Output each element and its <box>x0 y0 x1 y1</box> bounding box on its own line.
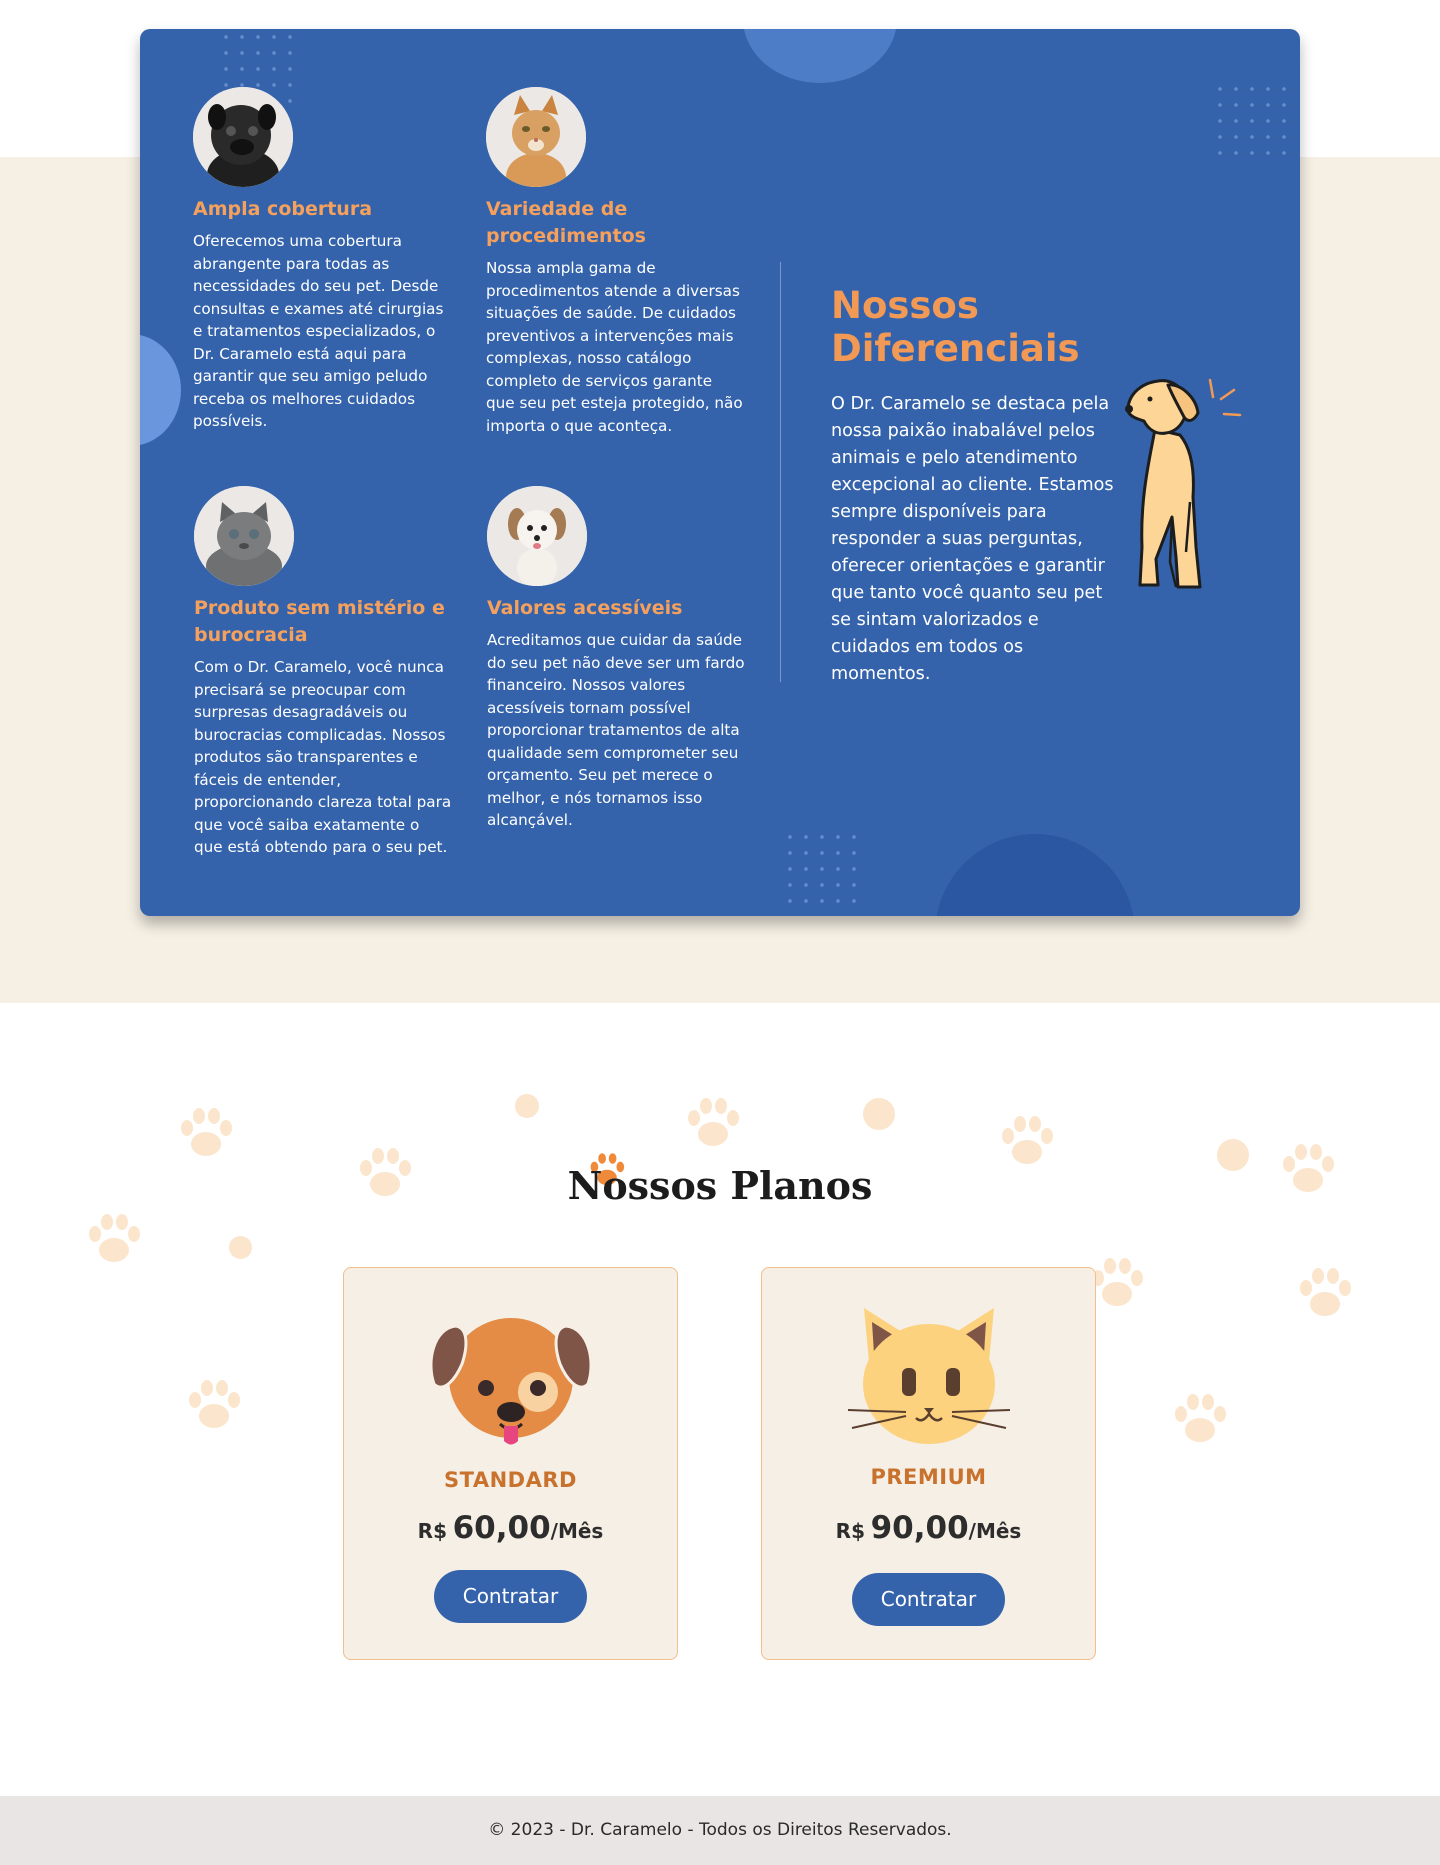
footer: © 2023 - Dr. Caramelo - Todos os Direito… <box>0 1796 1440 1865</box>
feature-description: Nossa ampla gama de procedimentos atende… <box>486 259 743 435</box>
paw-print-icon <box>181 1108 232 1156</box>
white-puppy-photo <box>487 486 587 586</box>
decorative-dot-grid-bottom <box>782 829 866 913</box>
plan-price: R$ 60,00/Mês <box>344 1510 677 1546</box>
plan-period: /Mês <box>550 1519 604 1543</box>
decorative-dot <box>863 1098 895 1130</box>
feature-title: Variedade de procedimentos <box>486 198 646 247</box>
contratar-standard-button[interactable]: Contratar <box>434 1570 587 1623</box>
plan-card-standard: STANDARD R$ 60,00/Mês Contratar <box>343 1267 678 1660</box>
feature-description: Acreditamos que cuidar da saúde do seu p… <box>487 631 745 829</box>
plan-name: STANDARD <box>444 1468 577 1492</box>
decorative-circle-bottom <box>935 834 1135 916</box>
feature-description: Com o Dr. Caramelo, você nunca precisará… <box>194 658 452 856</box>
decorative-dot-grid-right <box>1212 81 1296 165</box>
feature-title: Produto sem mistério e burocracia <box>194 597 445 646</box>
paw-print-icon <box>1300 1268 1351 1316</box>
black-pug-photo <box>193 87 293 187</box>
feature-title: Ampla cobertura <box>193 198 373 220</box>
decorative-dot <box>229 1236 252 1259</box>
gray-kitten-photo <box>194 486 294 586</box>
plan-currency: R$ <box>417 1519 447 1543</box>
contratar-premium-button[interactable]: Contratar <box>852 1573 1005 1626</box>
vertical-divider <box>780 262 781 682</box>
decorative-circle-top <box>743 29 897 83</box>
plan-price: R$ 90,00/Mês <box>762 1510 1095 1546</box>
paw-print-icon <box>1092 1258 1143 1306</box>
orange-tabby-cat-photo <box>486 87 586 187</box>
diferenciais-text: O Dr. Caramelo se destaca pela nossa pai… <box>831 394 1114 684</box>
diferenciais-title: Nossos Diferenciais <box>831 284 1080 370</box>
paw-print-icon <box>89 1214 140 1262</box>
dog-face-icon <box>426 1306 596 1451</box>
decorative-circle-left <box>140 334 181 446</box>
paw-print-icon <box>1175 1394 1226 1442</box>
paw-print-icon <box>688 1098 739 1146</box>
plan-card-premium: PREMIUM R$ 90,00/Mês Contratar <box>761 1267 1096 1660</box>
plan-currency: R$ <box>835 1519 865 1543</box>
diferenciais-card: Ampla cobertura Oferecemos uma cobertura… <box>140 29 1300 916</box>
plan-price-value: 60,00 <box>452 1510 551 1546</box>
caramel-dog-illustration <box>1120 347 1255 602</box>
plans-title: Nossos Planos <box>567 1163 873 1208</box>
plan-period: /Mês <box>968 1519 1022 1543</box>
cat-face-icon <box>844 1306 1014 1451</box>
feature-variedade-procedimentos: Variedade de procedimentos Nossa ampla g… <box>486 87 744 437</box>
decorative-dot <box>515 1094 539 1118</box>
plan-price-value: 90,00 <box>870 1510 969 1546</box>
feature-title: Valores acessíveis <box>487 597 683 619</box>
feature-valores-acessiveis: Valores acessíveis Acreditamos que cuida… <box>487 486 745 832</box>
plan-name: PREMIUM <box>870 1465 987 1489</box>
feature-sem-misterio: Produto sem mistério e burocracia Com o … <box>194 486 452 859</box>
paw-print-icon <box>189 1380 240 1428</box>
feature-ampla-cobertura: Ampla cobertura Oferecemos uma cobertura… <box>193 87 451 433</box>
footer-copyright: © 2023 - Dr. Caramelo - Todos os Direito… <box>488 1820 952 1840</box>
feature-description: Oferecemos uma cobertura abrangente para… <box>193 232 444 430</box>
